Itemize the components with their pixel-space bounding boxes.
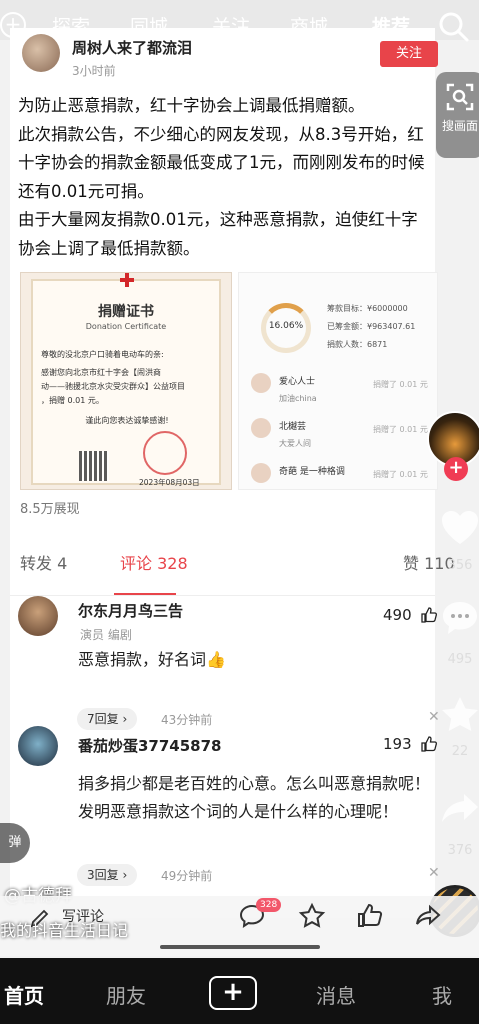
like-count: 356 — [447, 558, 473, 573]
search-icon[interactable] — [437, 10, 471, 44]
donor-name: 奇葩 是一种格调 — [279, 467, 345, 477]
star-icon[interactable] — [438, 694, 479, 734]
comment-time: 49分钟前 — [161, 869, 213, 883]
tab-reposts[interactable]: 转发 4 — [20, 550, 67, 574]
donor-message: 大爱人间 — [279, 439, 311, 448]
qr-code-icon — [79, 451, 109, 481]
view-replies-button[interactable]: 7回复 › — [77, 708, 138, 730]
donor-count: 捐款人数：6871 — [327, 340, 388, 349]
create-button[interactable]: + — [209, 976, 257, 1010]
donor-avatar — [251, 418, 271, 438]
raised-amount: 已筹金额：¥963407.61 — [327, 322, 416, 331]
screen-search-button[interactable]: 搜画面 — [436, 72, 479, 158]
donor-row: 北樾芸 大爱人间 捐赠了 0.01 元 — [251, 416, 431, 456]
favorite-count: 22 — [451, 744, 469, 759]
share-icon[interactable] — [438, 790, 479, 830]
thumb-up-icon[interactable] — [356, 902, 384, 930]
scan-search-icon — [446, 83, 474, 111]
view-count: 8.5万展现 — [20, 502, 80, 517]
donor-row: 爱心人士 加油china 捐赠了 0.01 元 — [251, 371, 431, 411]
commenter-avatar[interactable] — [18, 726, 58, 766]
comment-count: 495 — [447, 652, 473, 667]
comment-tabs: 转发 4 评论 328 赞 110 — [20, 550, 460, 580]
commenter-avatar[interactable] — [18, 596, 58, 636]
thumb-up-icon[interactable] — [420, 606, 438, 624]
comment-badge: 328 — [256, 898, 282, 912]
commenter-name[interactable]: 番茄炒蛋37745878 — [78, 735, 222, 756]
post-body: 为防止恶意捐款，红十字协会上调最低捐赠额。 此次捐款公告，不少细心的网友发现，从… — [18, 92, 433, 263]
goal-amount: 筹款目标：¥6000000 — [327, 304, 408, 313]
tab-comments[interactable]: 评论 328 — [120, 550, 188, 574]
donor-amount: 捐赠了 0.01 元 — [373, 425, 428, 434]
follow-plus-icon[interactable]: + — [444, 457, 468, 481]
donor-avatar — [251, 463, 271, 483]
screen: + 探索 同城 关注 商城 推荐 周树人来了都流泪 3小时前 关注 为防止恶意捐… — [0, 0, 479, 1024]
screen-search-label: 搜画面 — [441, 119, 478, 133]
divider — [10, 595, 435, 596]
seal-stamp-icon — [143, 431, 187, 475]
donor-name: 爱心人士 — [279, 377, 316, 387]
commenter-role: 演员 编剧 — [80, 628, 132, 642]
donor-amount: 捐赠了 0.01 元 — [373, 380, 428, 389]
comment-text: 捐多捐少都是老百姓的心意。怎么叫恶意捐款呢！发明恶意捐款这个词的人是什么样的心理… — [78, 774, 431, 821]
video-description: 我的抖音生活日记 — [0, 921, 129, 940]
post-card: 周树人来了都流泪 3小时前 关注 为防止恶意捐款，红十字协会上调最低捐赠额。 此… — [10, 28, 455, 918]
star-icon[interactable] — [298, 902, 326, 930]
post-paragraph: 由于大量网友捐款0.01元，这种恶意捐款，迫使红十字协会上调了最低捐款额。 — [18, 210, 418, 258]
nav-friends[interactable]: 朋友 — [106, 980, 146, 1009]
certificate-image[interactable]: 捐赠证书 Donation Certificate 尊敬的没北京户口骑着电动车的… — [20, 272, 232, 490]
close-icon[interactable]: ✕ — [428, 865, 440, 881]
nav-home[interactable]: 首页 — [4, 980, 44, 1009]
follow-button[interactable]: 关注 — [380, 41, 438, 67]
post-time: 3小时前 — [72, 64, 116, 78]
share-count: 376 — [447, 843, 473, 858]
certificate-line: 谨此向您表达诚挚感谢! — [85, 416, 169, 425]
view-replies-button[interactable]: 3回复 › — [77, 864, 138, 886]
post-paragraph: 此次捐款公告，不少细心的网友发现，从8.3号开始，红十字协会的捐款金额最低变成了… — [18, 124, 425, 201]
certificate-subtitle: Donation Certificate — [85, 322, 167, 331]
commenter-name[interactable]: 尔东月月鸟三告 — [78, 600, 183, 621]
donation-list-image[interactable]: 16.06% 筹款目标：¥6000000 已筹金额：¥963407.61 捐款人… — [238, 272, 438, 490]
progress-percent: 16.06% — [268, 321, 304, 331]
comment-like-count: 490 — [383, 606, 412, 624]
thumb-up-icon[interactable] — [420, 735, 438, 753]
comment-icon[interactable] — [438, 598, 479, 638]
nav-me[interactable]: 我 — [432, 980, 452, 1009]
heart-icon[interactable] — [438, 508, 479, 548]
donor-row: 奇葩 是一种格调 捐赠了 0.01 元 — [251, 461, 431, 501]
donor-amount: 捐赠了 0.01 元 — [373, 470, 428, 479]
comment-time: 43分钟前 — [161, 713, 213, 727]
donor-avatar — [251, 373, 271, 393]
red-cross-icon — [120, 273, 134, 287]
certificate-title: 捐赠证书 — [98, 304, 154, 320]
certificate-frame: 捐赠证书 Donation Certificate 尊敬的没北京户口骑着电动车的… — [31, 273, 221, 487]
home-indicator — [160, 945, 320, 949]
nav-messages[interactable]: 消息 — [316, 980, 356, 1009]
certificate-line: 动——驰援北京水灾受灾群众】公益项目 — [41, 382, 185, 391]
certificate-line: 尊敬的没北京户口骑着电动车的亲: — [41, 350, 164, 359]
post-paragraph: 为防止恶意捐款，红十字协会上调最低捐赠额。 — [18, 96, 365, 115]
comment-text: 恶意捐款，好名词👍 — [78, 650, 226, 669]
bottom-nav: 首页 朋友 + 消息 我 — [0, 958, 479, 1024]
author-name[interactable]: 周树人来了都流泪 — [72, 37, 192, 58]
author-avatar[interactable] — [22, 34, 60, 72]
comment-like-count: 193 — [383, 735, 412, 753]
certificate-date: 2023年08月03日 — [139, 478, 200, 487]
donor-message: 加油china — [279, 394, 317, 403]
share-icon[interactable] — [414, 902, 442, 930]
donor-name: 北樾芸 — [279, 422, 307, 432]
certificate-line: ，捐赠 0.01 元。 — [41, 396, 104, 405]
certificate-line: 感谢您向北京市红十字会【闹洪商 — [41, 368, 161, 377]
